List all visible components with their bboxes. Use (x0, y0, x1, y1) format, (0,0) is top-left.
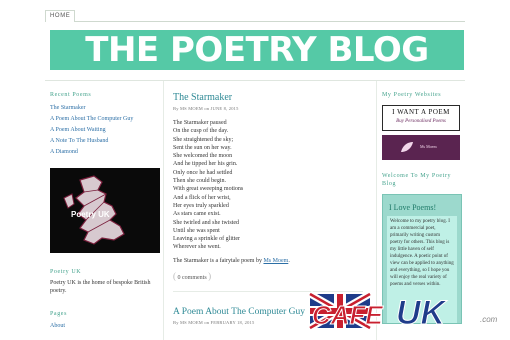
recent-poems-heading: Recent Poems (50, 92, 92, 98)
poem-line: She straightened the sky; (173, 136, 234, 143)
poem-body: The Starmaker paused On the cusp of the … (173, 119, 369, 252)
watermark-text-part2: UK (396, 294, 448, 332)
ad-title: I WANT A POEM (392, 108, 450, 116)
recent-poem-link[interactable]: A Note To The Husband (50, 136, 160, 147)
watermark-text-part1: CAFE (312, 300, 383, 330)
poem-line: Sent the sun on her way. (173, 144, 232, 151)
poem-line: Then she could begin. (173, 178, 226, 185)
recent-poem-link[interactable]: The Starmaker (50, 103, 160, 114)
poem-line: The Starmaker paused (173, 120, 227, 126)
poem-line: Leaving a sprinkle of glitter (173, 236, 240, 243)
comments-label: comments (182, 274, 207, 281)
poem-line: And a flick of her wrist, (173, 194, 231, 201)
poetry-uk-heading: Poetry UK (50, 269, 82, 275)
poetry-websites-heading: My Poetry Websites (382, 92, 442, 98)
i-want-a-poem-ad[interactable]: I WANT A POEM Buy Personalised Poems (382, 105, 460, 131)
poetry-uk-blurb: Poetry UK is the home of bespoke British… (50, 280, 151, 294)
post-meta: By MS MOEM on JUNE 8, 2015 (173, 106, 239, 111)
welcome-body: Welcome to my poetry blog. I am a commer… (390, 219, 454, 287)
poem-line: Only once he had settled (173, 169, 233, 176)
poem-line: Her eyes truly sparkled (173, 202, 229, 209)
left-sidebar: Recent Poems The Starmaker A Poem About … (50, 92, 160, 329)
tab-home[interactable]: HOME (45, 10, 76, 22)
ms-moem-ad[interactable]: Ms Moem (382, 135, 460, 160)
ad-label: Ms Moem (420, 144, 437, 149)
poem-line: Until she was spent (173, 227, 220, 234)
poem-line: She twirled and she twisted (173, 219, 239, 226)
welcome-heading: Welcome To My Poetry Blog (382, 173, 452, 187)
post-footnote-text: The Starmaker is a fairytale poem by (173, 257, 262, 264)
map-label: Poetry UK (71, 210, 110, 219)
top-nav: HOME (45, 8, 465, 22)
poem-line: With great sweeping motions (173, 186, 244, 193)
poem-line: And he tipped her his grin. (173, 161, 238, 168)
recent-poem-link[interactable]: A Diamond (50, 147, 160, 158)
header-divider (45, 80, 465, 81)
recent-poems-list: The Starmaker A Poem About The Computer … (50, 103, 160, 158)
welcome-box-title: I Love Poems! (389, 203, 437, 212)
recent-poem-link[interactable]: A Poem About Waiting (50, 125, 160, 136)
comment-bubble-icon: ) (208, 270, 212, 281)
post-footnote: The Starmaker is a fairytale poem by Ms … (173, 258, 369, 264)
column-divider-left (163, 81, 164, 340)
comments-link[interactable]: ( 0 comments ) (173, 271, 211, 281)
post-title[interactable]: The Starmaker (173, 92, 369, 104)
leaf-icon (401, 142, 413, 152)
poetry-uk-map-image[interactable]: Poetry UK (50, 168, 160, 253)
ad-subtitle: Buy Personalised Poems (396, 119, 446, 124)
comment-bubble-icon: ( (173, 270, 176, 281)
pages-heading: Pages (50, 311, 67, 317)
poem-line: Wherever she went. (173, 244, 221, 251)
recent-poem-link[interactable]: A Poem About The Computer Guy (50, 114, 160, 125)
poem-line: On the cusp of the day. (173, 128, 229, 135)
post-footnote-period: . (288, 257, 290, 264)
site-banner[interactable]: THE POETRY BLOG (50, 30, 464, 70)
poem-line: She welcomed the moon (173, 153, 233, 160)
watermark-suffix: .com (480, 315, 498, 324)
cafe-uk-watermark: CAFE UK .com (308, 288, 508, 338)
site-title[interactable]: THE POETRY BLOG (50, 30, 464, 70)
about-link[interactable]: About (50, 323, 160, 329)
author-link[interactable]: Ms Moem (263, 258, 288, 264)
union-flag-icon: CAFE UK .com (308, 290, 498, 333)
poem-line: As stars came exist. (173, 211, 221, 218)
comments-count: 0 (177, 274, 181, 281)
